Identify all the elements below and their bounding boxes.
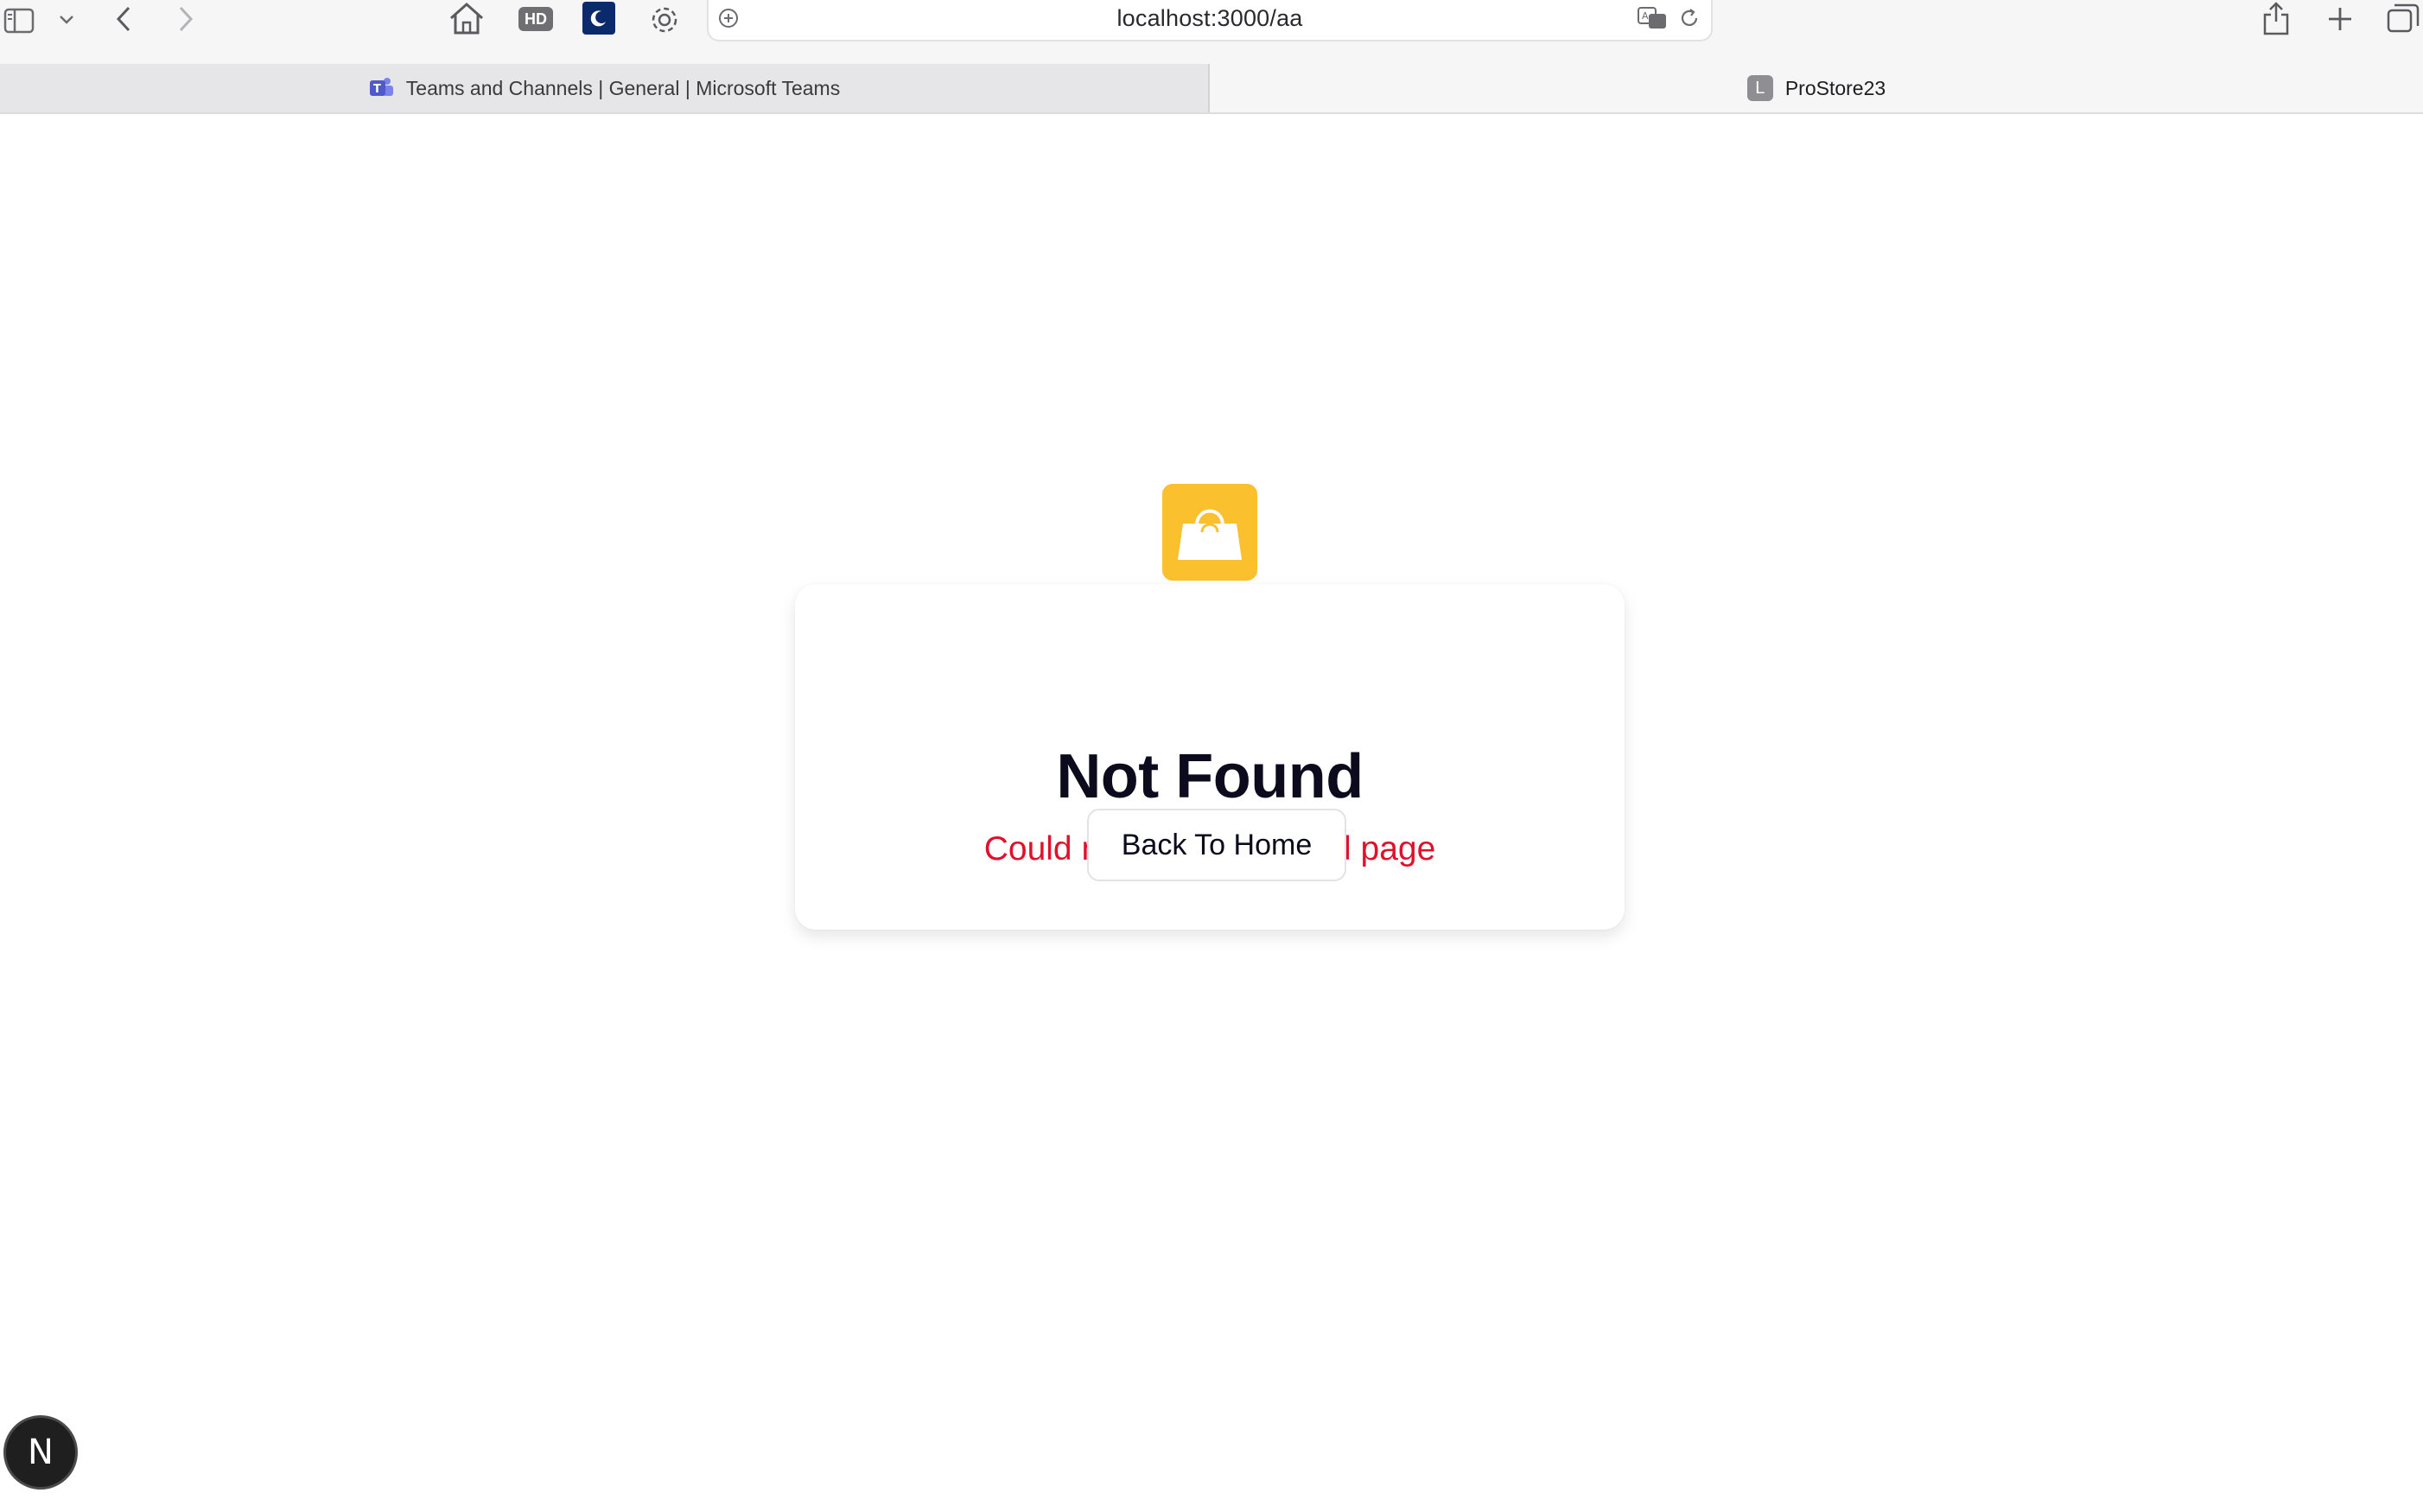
tab-favicon: L: [1746, 75, 1773, 101]
svg-text:A: A: [1642, 10, 1649, 22]
svg-text:T: T: [373, 83, 381, 96]
hd-label: HD: [525, 10, 547, 28]
tab-label: Teams and Channels | General | Microsoft…: [405, 76, 841, 99]
back-to-home-button[interactable]: Back To Home: [1087, 809, 1346, 881]
shopping-bag-icon: [1162, 484, 1257, 581]
gear-icon[interactable]: [646, 2, 683, 38]
url-text[interactable]: localhost:3000/aa: [709, 5, 1711, 32]
browser-toolbar: HD localhost:3000/aa A: [0, 0, 2423, 64]
tab-prostore[interactable]: L ProStore23: [1210, 64, 2423, 112]
forward-icon[interactable]: [173, 2, 199, 36]
teams-icon: T: [368, 75, 394, 101]
plus-icon[interactable]: [2323, 2, 2357, 36]
page-title: Not Found: [1056, 742, 1364, 811]
home-icon[interactable]: [446, 0, 487, 36]
hd-icon[interactable]: HD: [518, 7, 553, 31]
tab-label: ProStore23: [1784, 76, 1886, 99]
back-icon[interactable]: [111, 2, 137, 36]
reload-icon[interactable]: [1675, 3, 1704, 33]
tab-strip: T Teams and Channels | General | Microso…: [0, 64, 2423, 114]
tabs-overview-icon[interactable]: [2385, 0, 2421, 36]
tab-teams[interactable]: T Teams and Channels | General | Microso…: [0, 64, 1210, 112]
address-bar[interactable]: localhost:3000/aa A: [707, 0, 1713, 41]
translate-icon[interactable]: A: [1635, 3, 1669, 33]
share-icon[interactable]: [2257, 0, 2295, 36]
chevron-down-icon[interactable]: [54, 7, 79, 33]
sidebar-icon[interactable]: [2, 3, 36, 38]
nextjs-dev-badge[interactable]: N: [3, 1415, 78, 1490]
dark-mode-icon[interactable]: [582, 2, 615, 35]
